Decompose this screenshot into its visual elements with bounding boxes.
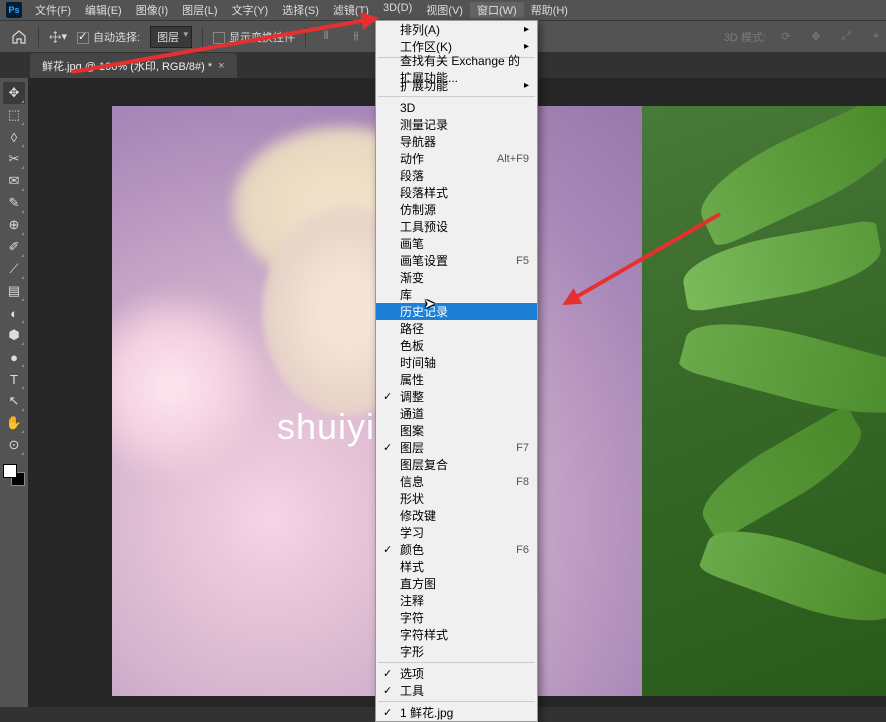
menu-entry[interactable]: 库	[376, 286, 537, 303]
menu-entry[interactable]: 工具预设	[376, 218, 537, 235]
menu-entry[interactable]: ✓颜色F6	[376, 541, 537, 558]
menu-item-9[interactable]: 窗口(W)	[470, 2, 524, 18]
menu-entry[interactable]: 图层复合	[376, 456, 537, 473]
tool-palette: ✥⬚◊✂✉✎⊕✐⟋▤◐⬢●T↖✋⊙	[0, 78, 28, 707]
tool-1[interactable]: ⬚	[3, 104, 25, 126]
menu-item-1[interactable]: 编辑(E)	[78, 2, 129, 18]
menu-entry[interactable]: 样式	[376, 558, 537, 575]
document-tab-title: 鲜花.jpg @ 100% (水印, RGB/8#) *	[42, 58, 212, 74]
menu-entry[interactable]: 字符样式	[376, 626, 537, 643]
menu-entry[interactable]: 通道	[376, 405, 537, 422]
tool-4[interactable]: ✉	[3, 170, 25, 192]
menu-entry[interactable]: 排列(A)	[376, 21, 537, 38]
menu-entry[interactable]: 字符	[376, 609, 537, 626]
menu-bar: Ps 文件(F)编辑(E)图像(I)图层(L)文字(Y)选择(S)滤镜(T)3D…	[0, 0, 886, 20]
menu-item-2[interactable]: 图像(I)	[129, 2, 175, 18]
menu-entry[interactable]: ✓调整	[376, 388, 537, 405]
align-icon-2[interactable]: ⫵	[346, 27, 366, 47]
menu-entry[interactable]: 学习	[376, 524, 537, 541]
tool-12[interactable]: ●	[3, 346, 25, 368]
show-transform-checkbox[interactable]: 显示变换控件	[213, 29, 295, 45]
close-icon[interactable]: ×	[218, 60, 224, 72]
align-icon[interactable]: ⫴	[316, 27, 336, 47]
tool-0[interactable]: ✥	[3, 82, 25, 104]
menu-item-8[interactable]: 视图(V)	[419, 2, 470, 18]
menu-entry[interactable]: 动作Alt+F9	[376, 150, 537, 167]
menu-item-6[interactable]: 滤镜(T)	[326, 2, 376, 18]
menu-entry[interactable]: ✓工具	[376, 682, 537, 699]
menu-entry[interactable]: 修改键	[376, 507, 537, 524]
tool-6[interactable]: ⊕	[3, 214, 25, 236]
orbit-icon: ⟳	[776, 27, 796, 47]
app-icon: Ps	[6, 2, 22, 18]
menu-entry[interactable]: 仿制源	[376, 201, 537, 218]
menu-item-7[interactable]: 3D(D)	[376, 2, 419, 18]
tool-8[interactable]: ⟋	[3, 258, 25, 280]
document-tab[interactable]: 鲜花.jpg @ 100% (水印, RGB/8#) * ×	[30, 53, 237, 78]
scale-icon: ⤢	[836, 27, 856, 47]
menu-entry[interactable]: 画笔设置F5	[376, 252, 537, 269]
menu-entry[interactable]: 导航器	[376, 133, 537, 150]
mode-3d-label: 3D 模式:	[724, 29, 766, 45]
tool-3[interactable]: ✂	[3, 148, 25, 170]
menu-entry[interactable]: 段落样式	[376, 184, 537, 201]
menu-entry[interactable]: 属性	[376, 371, 537, 388]
tool-13[interactable]: T	[3, 368, 25, 390]
menu-entry[interactable]: 直方图	[376, 575, 537, 592]
tool-10[interactable]: ◐	[3, 302, 25, 324]
menu-entry[interactable]: ✓图层F7	[376, 439, 537, 456]
menu-item-0[interactable]: 文件(F)	[28, 2, 78, 18]
menu-entry[interactable]: 测量记录	[376, 116, 537, 133]
misc-3d-icon: ⌖	[866, 27, 886, 47]
tool-14[interactable]: ↖	[3, 390, 25, 412]
menu-entry[interactable]: 信息F8	[376, 473, 537, 490]
menu-item-5[interactable]: 选择(S)	[275, 2, 326, 18]
menu-entry[interactable]: 扩展功能	[376, 77, 537, 94]
move-tool-icon: ▾	[49, 28, 67, 46]
tool-2[interactable]: ◊	[3, 126, 25, 148]
menu-item-10[interactable]: 帮助(H)	[524, 2, 575, 18]
menu-entry[interactable]: 字形	[376, 643, 537, 660]
menu-entry[interactable]: 形状	[376, 490, 537, 507]
menu-entry[interactable]: 路径	[376, 320, 537, 337]
window-menu-dropdown: 排列(A)工作区(K)查找有关 Exchange 的扩展功能...扩展功能3D测…	[375, 20, 538, 722]
tool-5[interactable]: ✎	[3, 192, 25, 214]
menu-entry[interactable]: 时间轴	[376, 354, 537, 371]
auto-select-target[interactable]: 图层	[150, 26, 192, 48]
tool-15[interactable]: ✋	[3, 412, 25, 434]
menu-entry[interactable]: 查找有关 Exchange 的扩展功能...	[376, 60, 537, 77]
menu-item-4[interactable]: 文字(Y)	[225, 2, 276, 18]
menu-entry[interactable]: ✓选项	[376, 665, 537, 682]
menu-item-3[interactable]: 图层(L)	[175, 2, 224, 18]
menu-entry[interactable]: 图案	[376, 422, 537, 439]
home-icon[interactable]	[10, 28, 28, 46]
menu-entry[interactable]: 注释	[376, 592, 537, 609]
color-swatch[interactable]	[3, 464, 25, 486]
menu-entry[interactable]: 渐变	[376, 269, 537, 286]
menu-entry[interactable]: 3D	[376, 99, 537, 116]
menu-entry[interactable]: 画笔	[376, 235, 537, 252]
tool-9[interactable]: ▤	[3, 280, 25, 302]
tool-11[interactable]: ⬢	[3, 324, 25, 346]
tool-7[interactable]: ✐	[3, 236, 25, 258]
menu-entry[interactable]: 色板	[376, 337, 537, 354]
menu-entry[interactable]: 历史记录	[376, 303, 537, 320]
auto-select-checkbox[interactable]: 自动选择:	[77, 29, 140, 45]
tool-16[interactable]: ⊙	[3, 434, 25, 456]
pan-icon: ✥	[806, 27, 826, 47]
menu-entry[interactable]: 段落	[376, 167, 537, 184]
